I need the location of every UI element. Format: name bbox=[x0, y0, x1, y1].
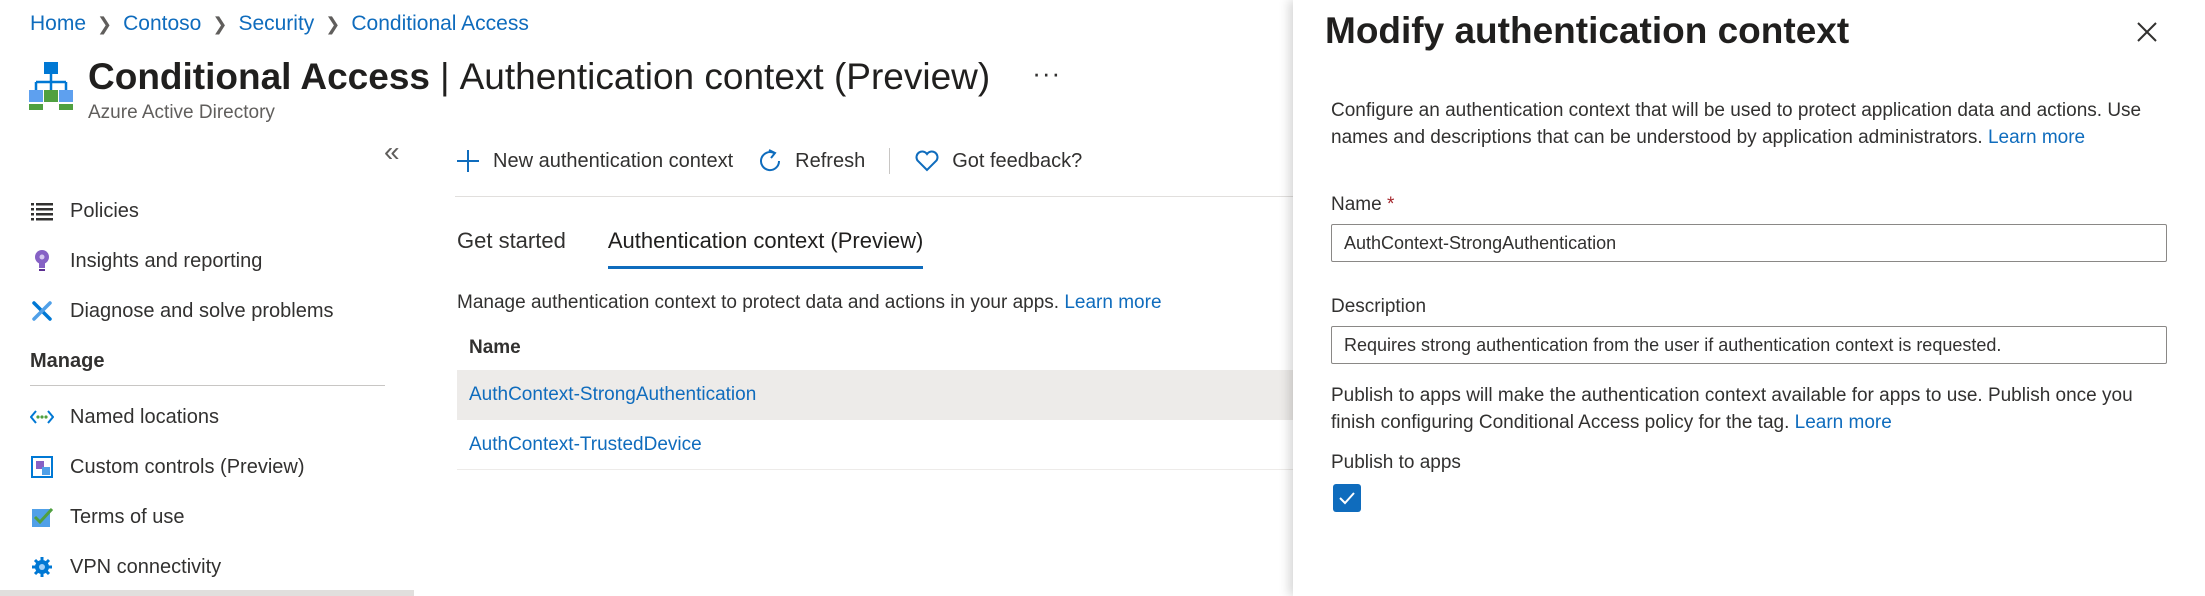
panel-learn-more-link[interactable]: Learn more bbox=[1988, 127, 2085, 148]
tab-get-started[interactable]: Get started bbox=[457, 228, 566, 269]
toolbar-divider-line bbox=[455, 196, 1295, 197]
description-field-label: Description bbox=[1331, 296, 1427, 317]
publish-description-text: Publish to apps will make the authentica… bbox=[1331, 385, 2133, 433]
sidebar-section-manage: Manage bbox=[30, 350, 385, 386]
breadcrumb-security[interactable]: Security bbox=[238, 12, 314, 36]
publish-learn-more-link[interactable]: Learn more bbox=[1795, 412, 1892, 433]
learn-more-link[interactable]: Learn more bbox=[1064, 292, 1161, 313]
plus-icon bbox=[457, 150, 479, 172]
modify-auth-context-panel: Modify authentication context Configure … bbox=[1293, 0, 2205, 596]
page-subtitle-title: Authentication context (Preview) bbox=[459, 56, 991, 97]
title-divider: | bbox=[439, 56, 450, 97]
content-description: Manage authentication context to protect… bbox=[457, 292, 1162, 314]
checkmark-icon bbox=[1339, 492, 1355, 505]
sidebar-item-label: Insights and reporting bbox=[70, 249, 263, 272]
network-icon bbox=[30, 405, 54, 429]
more-options-icon[interactable]: ··· bbox=[1032, 58, 1061, 89]
sidebar-item-label: Custom controls (Preview) bbox=[70, 455, 305, 478]
refresh-button[interactable]: Refresh bbox=[757, 148, 865, 174]
sidebar-item-label: Terms of use bbox=[70, 505, 185, 528]
description-input[interactable] bbox=[1331, 326, 2167, 364]
feedback-label: Got feedback? bbox=[952, 149, 1083, 172]
gear-icon bbox=[30, 555, 54, 579]
sidebar-item-terms-of-use[interactable]: Terms of use bbox=[30, 492, 385, 542]
chevron-right-icon: ❯ bbox=[212, 13, 228, 34]
tab-authentication-context[interactable]: Authentication context (Preview) bbox=[607, 228, 924, 269]
sidebar-item-policies[interactable]: Policies bbox=[30, 186, 385, 236]
sidebar-item-label: Named locations bbox=[70, 405, 219, 428]
sidebar: Policies Insights and reporting Diagnose… bbox=[30, 186, 385, 592]
page-header: Conditional Access | Authentication cont… bbox=[28, 56, 1061, 124]
list-icon bbox=[30, 199, 54, 223]
breadcrumb-conditional-access[interactable]: Conditional Access bbox=[351, 12, 528, 36]
toolbar-divider bbox=[889, 148, 891, 174]
terms-check-icon bbox=[30, 505, 54, 529]
column-header-name[interactable]: Name bbox=[457, 326, 1297, 370]
name-field-label: Name * bbox=[1331, 194, 1394, 216]
breadcrumb-home[interactable]: Home bbox=[30, 12, 86, 36]
breadcrumb-contoso[interactable]: Contoso bbox=[123, 12, 201, 36]
page-subtitle: Azure Active Directory bbox=[88, 102, 275, 123]
page-title: Conditional Access bbox=[88, 56, 430, 97]
publish-description: Publish to apps will make the authentica… bbox=[1331, 382, 2171, 436]
auth-context-link[interactable]: AuthContext-TrustedDevice bbox=[469, 434, 702, 456]
content-description-text: Manage authentication context to protect… bbox=[457, 292, 1060, 313]
table-row[interactable]: AuthContext-StrongAuthentication bbox=[457, 370, 1297, 420]
custom-controls-icon bbox=[30, 455, 54, 479]
sidebar-item-custom-controls[interactable]: Custom controls (Preview) bbox=[30, 442, 385, 492]
sidebar-item-insights[interactable]: Insights and reporting bbox=[30, 236, 385, 286]
sidebar-scrollbar[interactable] bbox=[0, 590, 414, 596]
name-label-text: Name bbox=[1331, 194, 1382, 215]
lightbulb-icon bbox=[30, 249, 54, 273]
collapse-sidebar-icon[interactable]: « bbox=[384, 138, 400, 166]
sidebar-item-label: VPN connectivity bbox=[70, 555, 222, 578]
conditional-access-icon bbox=[29, 62, 73, 110]
feedback-button[interactable]: Got feedback? bbox=[914, 148, 1082, 174]
tab-list: Get started Authentication context (Prev… bbox=[457, 228, 965, 269]
sidebar-item-label: Policies bbox=[70, 199, 139, 222]
auth-context-table: Name AuthContext-StrongAuthentication Au… bbox=[457, 326, 1297, 470]
breadcrumb: Home ❯ Contoso ❯ Security ❯ Conditional … bbox=[30, 12, 529, 36]
close-icon[interactable] bbox=[2135, 20, 2159, 44]
refresh-label: Refresh bbox=[795, 149, 866, 172]
publish-to-apps-checkbox[interactable] bbox=[1333, 484, 1361, 512]
sidebar-item-label: Diagnose and solve problems bbox=[70, 299, 334, 322]
command-bar: New authentication context Refresh Got f… bbox=[455, 148, 1106, 174]
wrench-icon bbox=[30, 299, 54, 323]
panel-description: Configure an authentication context that… bbox=[1331, 97, 2143, 151]
name-input[interactable] bbox=[1331, 224, 2167, 262]
sidebar-item-vpn-connectivity[interactable]: VPN connectivity bbox=[30, 542, 385, 592]
auth-context-link[interactable]: AuthContext-StrongAuthentication bbox=[469, 384, 756, 406]
heart-icon bbox=[915, 150, 939, 172]
sidebar-item-named-locations[interactable]: Named locations bbox=[30, 392, 385, 442]
table-row[interactable]: AuthContext-TrustedDevice bbox=[457, 420, 1297, 470]
refresh-icon bbox=[760, 149, 781, 172]
new-authentication-context-button[interactable]: New authentication context bbox=[455, 148, 733, 174]
chevron-right-icon: ❯ bbox=[325, 13, 341, 34]
new-authentication-context-label: New authentication context bbox=[493, 149, 734, 172]
chevron-right-icon: ❯ bbox=[97, 13, 113, 34]
sidebar-item-diagnose[interactable]: Diagnose and solve problems bbox=[30, 286, 385, 336]
required-indicator: * bbox=[1386, 194, 1395, 215]
panel-title: Modify authentication context bbox=[1325, 10, 1850, 51]
publish-to-apps-label: Publish to apps bbox=[1331, 452, 1461, 473]
